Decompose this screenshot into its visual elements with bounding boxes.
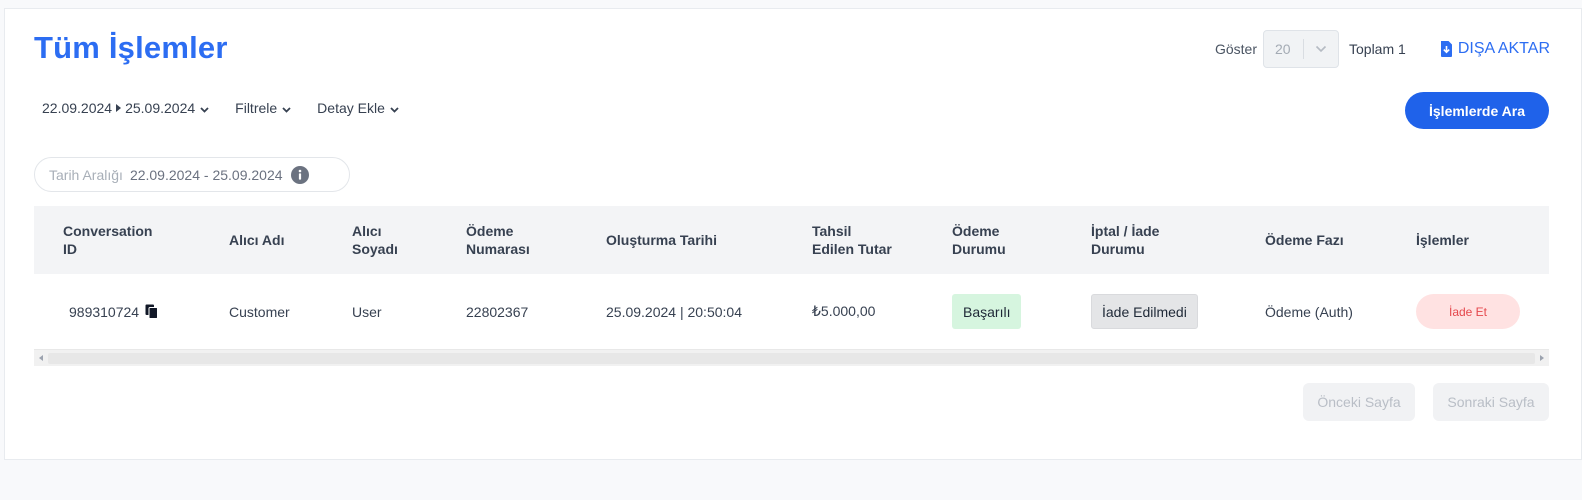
page-size-value: 20 [1275,41,1291,57]
add-detail-dropdown[interactable]: Detay Ekle [317,100,399,116]
active-filter-label: Tarih Aralığı [49,166,123,183]
col-first-name: Alıcı Adı [229,232,285,248]
col-created-at: Oluşturma Tarihi [606,232,717,248]
col-actions: İşlemler [1416,232,1469,248]
date-range-dropdown[interactable]: 22.09.2024 25.09.2024 [42,100,209,116]
table-header: Conversation ID Alıcı Adı Alıcı Soyadı Öde… [34,206,1549,274]
scroll-left-icon[interactable] [39,355,43,361]
cell-payment-phase: Ödeme (Auth) [1265,303,1353,320]
next-page-button[interactable]: Sonraki Sayfa [1433,383,1549,421]
scroll-right-icon[interactable] [1540,355,1544,361]
cell-conversation-id: 989310724 [69,274,159,349]
search-transactions-button[interactable]: İşlemlerde Ara [1405,92,1549,129]
horizontal-scrollbar[interactable] [34,349,1549,366]
caret-right-icon [116,104,122,112]
download-icon [1440,41,1453,57]
previous-page-button[interactable]: Önceki Sayfa [1303,383,1415,421]
chevron-down-icon [282,100,291,116]
chevron-down-icon [390,100,399,116]
date-end: 25.09.2024 [125,100,196,116]
copy-icon[interactable] [145,304,159,319]
pagination: Önceki Sayfa Sonraki Sayfa [1303,383,1549,421]
col-conversation-id: Conversation ID [63,223,153,257]
active-filter-chip[interactable]: Tarih Aralığı 22.09.2024 - 25.09.2024 [34,157,350,192]
cell-refund-status: İade Edilmedi [1091,274,1198,349]
export-button[interactable]: DIŞA AKTAR [1440,40,1550,58]
page-size-select[interactable]: 20 [1263,30,1339,68]
chevron-down-icon [200,100,209,116]
col-payment-phase: Ödeme Fazı [1265,232,1344,248]
col-refund-status: İptal / İade Durumu [1091,223,1160,257]
info-icon[interactable] [290,165,309,184]
filter-dropdown[interactable]: Filtrele [235,100,291,116]
list-controls: Göster 20 Toplam 1 DIŞA AKTAR [1215,30,1550,68]
cell-payment-number: 22802367 [466,303,529,320]
cell-amount: ₺5.000,00 [812,303,876,319]
transactions-table: Conversation ID Alıcı Adı Alıcı Soyadı Öde… [34,206,1549,366]
page-size-label: Göster [1214,41,1257,57]
col-payment-number: Ödeme Numarası [466,223,530,257]
filter-bar: 22.09.2024 25.09.2024 Filtrele Detay Ekl… [42,100,399,116]
active-filter-value: 22.09.2024 - 25.09.2024 [129,166,283,183]
page-title: Tüm İşlemler [34,30,228,65]
col-last-name: Alıcı Soyadı [352,223,398,257]
date-start: 22.09.2024 [42,100,113,116]
export-label: DIŞA AKTAR [1457,40,1550,57]
scrollbar-thumb[interactable] [48,353,1535,364]
col-amount: Tahsil Edilen Tutar [812,223,892,257]
cell-last-name: User [352,303,382,320]
chevron-down-icon [1304,45,1338,53]
cell-payment-status: Başarılı [952,274,1022,349]
table-row: 989310724 Customer User 22802367 25.09.2… [34,274,1549,349]
add-detail-label: Detay Ekle [317,100,385,116]
total-count: Toplam 1 [1349,41,1406,57]
cell-first-name: Customer [229,303,290,320]
refund-button[interactable]: İade Et [1416,294,1520,329]
refund-status-badge: İade Edilmedi [1091,294,1198,329]
status-badge: Başarılı [952,294,1022,329]
cell-actions: İade Et [1416,274,1520,349]
filter-label: Filtrele [235,100,278,116]
col-payment-status: Ödeme Durumu [952,223,1006,257]
date-range: 22.09.2024 25.09.2024 [42,100,195,116]
conversation-id-value: 989310724 [69,303,140,320]
cell-created-at: 25.09.2024 | 20:50:04 [606,303,742,320]
